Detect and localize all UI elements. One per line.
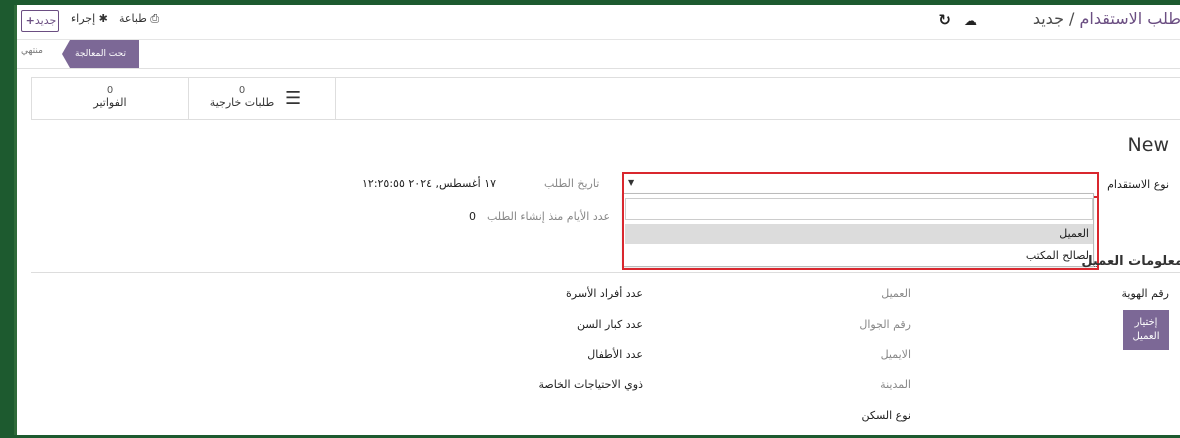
city-field-label: المدينة	[880, 378, 911, 391]
elderly-count-label: عدد كبار السن	[576, 318, 643, 331]
print-menu[interactable]: ⎙ طباعة	[119, 12, 159, 26]
smart-button-invoices[interactable]: 0 الفواتير	[32, 78, 189, 119]
print-icon: ⎙	[150, 12, 160, 25]
plus-icon: +	[25, 14, 35, 27]
separator	[31, 272, 1180, 273]
gear-icon: ✱	[98, 12, 108, 25]
list-icon: ☰	[285, 88, 302, 109]
breadcrumb-parent[interactable]: طلب الاستقدام	[1080, 9, 1180, 28]
days-since-label: عدد الأيام منذ إنشاء الطلب	[487, 210, 611, 223]
action-menu[interactable]: ✱ إجراء	[71, 12, 108, 25]
dropdown-option-client[interactable]: العميل	[625, 224, 1093, 244]
recruitment-type-label: نوع الاستقدام	[1107, 178, 1169, 191]
breadcrumb-separator: /	[1063, 9, 1080, 28]
chevron-down-icon: ▼	[628, 178, 635, 187]
stage-active[interactable]: تحت المعالجة	[62, 40, 139, 68]
section-title-client-info: معلومات العميل	[1081, 254, 1180, 269]
choose-client-button[interactable]: إختيار العميل	[1123, 310, 1169, 350]
order-date-label: تاريخ الطلب	[544, 177, 600, 190]
new-button[interactable]: +جديد	[21, 10, 59, 32]
recruitment-type-dropdown: العميل لصالح المكتب	[622, 193, 1094, 267]
id-number-label: رقم الهوية	[1121, 287, 1169, 300]
housing-type-label: نوع السكن	[861, 409, 911, 422]
discard-icon[interactable]: ↻	[938, 11, 951, 29]
special-needs-label: ذوي الاحتياجات الخاصة	[538, 378, 643, 391]
client-field-label: العميل	[881, 287, 911, 300]
days-since-value: 0	[469, 210, 476, 223]
record-title: New	[1127, 134, 1169, 156]
save-cloud-icon[interactable]: ☁	[964, 14, 977, 29]
smart-buttons: 0 الفواتير ☰ 0 طلبات خارجية	[31, 77, 1180, 120]
children-count-label: عدد الأطفال	[587, 348, 643, 361]
dropdown-option-office[interactable]: لصالح المكتب	[625, 246, 1093, 266]
stage-done[interactable]: منتهي	[21, 46, 43, 56]
dropdown-search-input[interactable]	[625, 198, 1093, 220]
mobile-field-label: رقم الجوال	[859, 318, 911, 331]
order-date-value[interactable]: ١٧ أغسطس, ٢٠٢٤ ١٢:٢٥:٥٥	[362, 177, 496, 190]
smart-button-external-requests[interactable]: ☰ 0 طلبات خارجية	[189, 78, 336, 119]
form-view: +جديد ✱ إجراء ⎙ طباعة ↻ ☁ طلب الاستقدام …	[14, 5, 1180, 435]
breadcrumb-current: جديد	[1032, 9, 1064, 28]
breadcrumb: طلب الاستقدام / جديد	[1033, 9, 1180, 28]
control-panel: +جديد ✱ إجراء ⎙ طباعة ↻ ☁ طلب الاستقدام …	[17, 5, 1180, 40]
family-members-label: عدد أفراد الأسرة	[566, 287, 643, 300]
statusbar: منتهي تحت المعالجة	[17, 40, 1180, 69]
email-field-label: الايميل	[880, 348, 911, 361]
